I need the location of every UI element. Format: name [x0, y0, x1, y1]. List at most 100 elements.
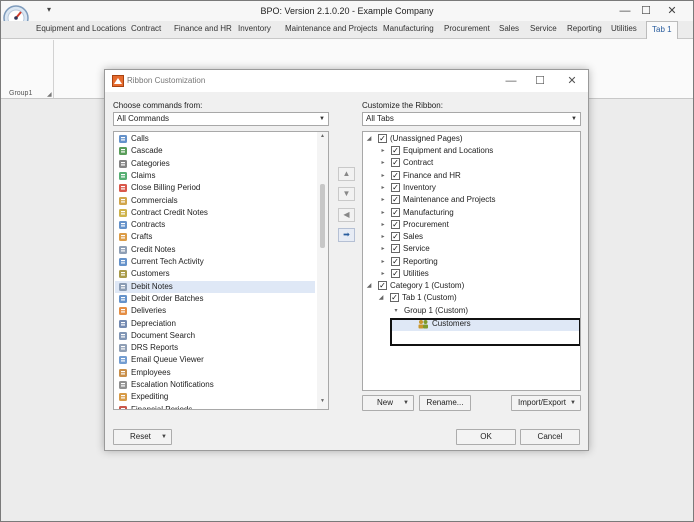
expand-icon[interactable]: ▸ — [379, 157, 387, 169]
command-item[interactable]: Debit Notes — [115, 280, 315, 293]
command-item-label: DRS Reports — [131, 343, 179, 353]
checkbox-checked[interactable]: ✓ — [390, 293, 399, 302]
command-item[interactable]: DRS Reports — [115, 342, 315, 354]
checkbox-checked[interactable]: ✓ — [391, 170, 400, 180]
ribbon-tabs-combo[interactable]: All Tabs ▼ — [362, 112, 581, 126]
minimize-button[interactable]: — — [614, 3, 636, 19]
reset-button[interactable]: Reset ▼ — [113, 429, 172, 445]
deliveries-icon — [118, 306, 128, 316]
command-item[interactable]: Customers — [115, 268, 315, 280]
command-item-label: Cascade — [131, 146, 163, 156]
commands-list[interactable]: Calls Cascade Categories Claims Close Billin… — [113, 131, 329, 410]
dialog-maximize-button[interactable]: ☐ — [531, 73, 549, 89]
title-bar: ▾ BPO: Version 2.1.0.20 - Example Compan… — [1, 1, 693, 31]
tab-finance-and-hr[interactable]: Finance and HR — [174, 24, 232, 33]
group-launcher-icon[interactable]: ◢ — [47, 91, 52, 98]
tab-service[interactable]: Service — [530, 24, 557, 33]
dialog-minimize-button[interactable]: — — [502, 73, 520, 89]
checkbox-checked[interactable]: ✓ — [391, 232, 400, 242]
new-button[interactable]: New ▼ — [362, 395, 414, 411]
reset-button-label: Reset — [130, 432, 151, 441]
tab-equipment-and-locations[interactable]: Equipment and Locations — [36, 24, 126, 33]
commands-source-combo[interactable]: All Commands ▼ — [113, 112, 329, 126]
rename-button[interactable]: Rename... — [419, 395, 471, 411]
expand-icon[interactable]: ▸ — [379, 170, 387, 182]
expand-icon[interactable]: ▸ — [379, 256, 387, 268]
command-item[interactable]: Credit Notes — [115, 244, 315, 256]
command-item[interactable]: Commercials — [115, 195, 315, 207]
maximize-button[interactable]: ☐ — [635, 3, 657, 19]
tab-inventory[interactable]: Inventory — [238, 24, 271, 33]
expand-icon[interactable]: ▸ — [379, 194, 387, 206]
tab-tab-1[interactable]: Tab 1 — [646, 21, 678, 40]
command-item[interactable]: Email Queue Viewer — [115, 354, 315, 366]
tree-item-label: Utilities — [403, 269, 429, 278]
tab-sales[interactable]: Sales — [499, 24, 519, 33]
close-button[interactable]: ✕ — [661, 3, 683, 19]
tab-procurement[interactable]: Procurement — [444, 24, 490, 33]
new-button-label: New — [377, 398, 394, 407]
scroll-thumb[interactable] — [320, 184, 325, 248]
command-item[interactable]: Document Search — [115, 330, 315, 342]
command-item[interactable]: Calls — [115, 133, 315, 145]
tab-reporting[interactable]: Reporting — [567, 24, 602, 33]
tree-item-label: Sales — [403, 232, 424, 242]
add-button[interactable]: ➡ — [338, 228, 355, 242]
collapse-icon[interactable]: ▾ — [392, 305, 400, 317]
tab-utilities[interactable]: Utilities — [611, 24, 637, 33]
commands-scrollbar[interactable]: ▲ ▼ — [317, 132, 328, 409]
expand-icon[interactable]: ▸ — [379, 268, 387, 280]
expand-icon[interactable]: ▸ — [379, 219, 387, 231]
checkbox-checked[interactable]: ✓ — [391, 207, 400, 217]
remove-button[interactable]: ◀ — [338, 208, 355, 222]
move-down-button[interactable]: ▼ — [338, 187, 355, 201]
checkbox-checked[interactable]: ✓ — [378, 134, 387, 143]
collapse-icon[interactable]: ◢ — [377, 292, 385, 304]
import-export-button[interactable]: Import/Export ▼ — [511, 395, 581, 411]
command-item[interactable]: Employees — [115, 367, 315, 379]
checkbox-checked[interactable]: ✓ — [378, 281, 387, 290]
expand-icon[interactable]: ▸ — [379, 145, 387, 157]
expand-icon[interactable]: ▸ — [379, 231, 387, 243]
command-item[interactable]: Deliveries — [115, 305, 315, 317]
checkbox-checked[interactable]: ✓ — [391, 195, 400, 205]
command-item[interactable]: Claims — [115, 170, 315, 182]
command-item[interactable]: Financial Periods — [115, 404, 315, 409]
command-item-label: Claims — [131, 170, 156, 180]
scroll-down-icon[interactable]: ▼ — [317, 398, 328, 408]
expand-icon[interactable]: ▸ — [379, 182, 387, 194]
ribbon-tree[interactable]: ◢ ✓ (Unassigned Pages) ▸ ✓ Equipment and L… — [362, 131, 581, 391]
command-item[interactable]: Crafts — [115, 231, 315, 243]
command-item[interactable]: Debit Order Batches — [115, 293, 315, 305]
command-item[interactable]: Cascade — [115, 145, 315, 157]
checkbox-checked[interactable]: ✓ — [391, 219, 400, 229]
tab-maintenance-and-projects[interactable]: Maintenance and Projects — [285, 24, 378, 33]
command-item[interactable]: Contracts — [115, 219, 315, 231]
command-item[interactable]: Current Tech Activity — [115, 256, 315, 268]
scroll-up-icon[interactable]: ▲ — [317, 133, 328, 143]
tab-manufacturing[interactable]: Manufacturing — [383, 24, 434, 33]
checkbox-checked[interactable]: ✓ — [391, 256, 400, 266]
ok-button[interactable]: OK — [456, 429, 516, 445]
move-up-button[interactable]: ▲ — [338, 167, 355, 181]
checkbox-checked[interactable]: ✓ — [391, 244, 400, 254]
checkbox-checked[interactable]: ✓ — [391, 158, 400, 168]
tab-contract[interactable]: Contract — [131, 24, 161, 33]
collapse-icon[interactable]: ◢ — [365, 133, 373, 145]
command-item[interactable]: Close Billing Period — [115, 182, 315, 194]
highlight-box — [390, 318, 580, 346]
command-item[interactable]: Expediting — [115, 391, 315, 403]
collapse-icon[interactable]: ◢ — [365, 280, 373, 292]
dialog-close-button[interactable]: ✕ — [563, 73, 581, 89]
customers-icon — [118, 269, 128, 279]
command-item[interactable]: Contract Credit Notes — [115, 207, 315, 219]
expand-icon[interactable]: ▸ — [379, 207, 387, 219]
command-item[interactable]: Categories — [115, 158, 315, 170]
command-item[interactable]: Escalation Notifications — [115, 379, 315, 391]
checkbox-checked[interactable]: ✓ — [391, 182, 400, 192]
cancel-button[interactable]: Cancel — [520, 429, 580, 445]
command-item[interactable]: Depreciation — [115, 318, 315, 330]
checkbox-checked[interactable]: ✓ — [391, 269, 400, 278]
expand-icon[interactable]: ▸ — [379, 243, 387, 255]
checkbox-checked[interactable]: ✓ — [391, 146, 400, 155]
